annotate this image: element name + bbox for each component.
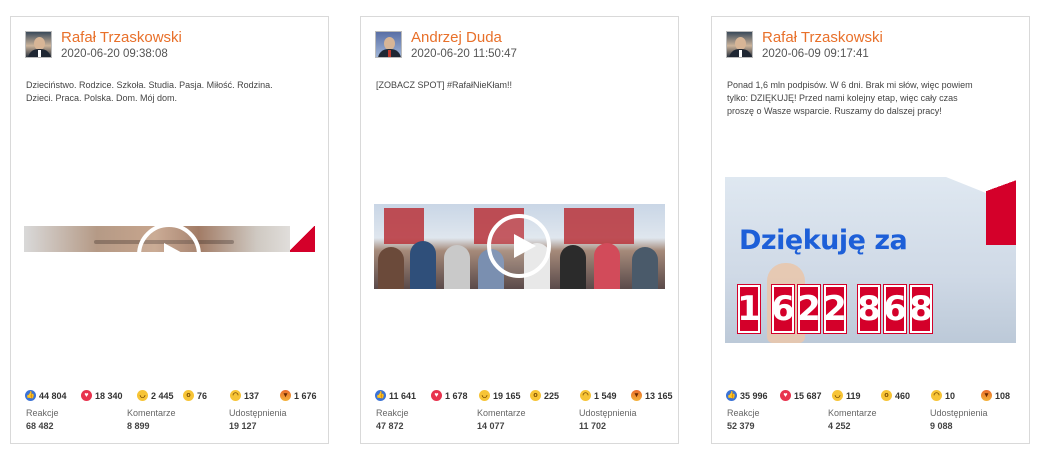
count-digit: 8 xyxy=(909,284,933,334)
stat-value-shares: 11 702 xyxy=(579,421,607,431)
wow-icon: o xyxy=(183,390,194,401)
reaction-wow: o 460 xyxy=(881,390,910,401)
avatar[interactable] xyxy=(726,31,753,58)
stat-value-reactions: 52 379 xyxy=(727,421,755,431)
reaction-sad: ◠ 137 xyxy=(230,390,259,401)
stat-label-reactions: Reakcje xyxy=(727,408,760,418)
angry-icon: ▾ xyxy=(280,390,291,401)
post-author[interactable]: Andrzej Duda xyxy=(411,29,502,46)
stat-label-shares: Udostępnienia xyxy=(930,408,988,418)
reaction-wow: o 76 xyxy=(183,390,207,401)
like-icon: 👍 xyxy=(726,390,737,401)
reactions-row: 👍 44 804 ♥ 18 340 ◡ 2 445 o 76 ◠ 137 ▾ 1 676 xyxy=(25,390,325,404)
reaction-wow: o 225 xyxy=(530,390,559,401)
reaction-haha: ◡ 119 xyxy=(832,390,861,401)
image-headline: Dziękuję za xyxy=(739,225,908,256)
stat-value-comments: 4 252 xyxy=(828,421,851,431)
reaction-like: 👍 11 641 xyxy=(375,390,417,401)
stat-value-comments: 14 077 xyxy=(477,421,505,431)
stat-label-shares: Udostępnienia xyxy=(229,408,287,418)
post-author[interactable]: Rafał Trzaskowski xyxy=(61,29,182,46)
love-icon: ♥ xyxy=(780,390,791,401)
stat-value-shares: 9 088 xyxy=(930,421,953,431)
reaction-like: 👍 44 804 xyxy=(25,390,67,401)
post-text: Ponad 1,6 mln podpisów. W 6 dni. Brak mi… xyxy=(727,80,973,116)
reaction-haha: ◡ 19 165 xyxy=(479,390,521,401)
reaction-love: ♥ 15 687 xyxy=(780,390,822,401)
post-date: 2020-06-09 09:17:41 xyxy=(762,48,869,60)
love-icon: ♥ xyxy=(431,390,442,401)
post-author[interactable]: Rafał Trzaskowski xyxy=(762,29,883,46)
play-icon[interactable] xyxy=(137,223,201,287)
post-image[interactable]: Dziękuję za 1 6 2 2 8 6 8 xyxy=(725,177,1016,343)
signature-count: 1 6 2 2 8 6 8 xyxy=(737,284,933,334)
haha-icon: ◡ xyxy=(137,390,148,401)
stat-label-comments: Komentarze xyxy=(477,408,526,418)
love-icon: ♥ xyxy=(81,390,92,401)
count-digit: 6 xyxy=(771,284,795,334)
stat-label-comments: Komentarze xyxy=(828,408,877,418)
avatar[interactable] xyxy=(25,31,52,58)
count-digit: 2 xyxy=(797,284,821,334)
stat-value-shares: 19 127 xyxy=(229,421,257,431)
stat-value-comments: 8 899 xyxy=(127,421,150,431)
angry-icon: ▾ xyxy=(981,390,992,401)
avatar[interactable] xyxy=(375,31,402,58)
like-icon: 👍 xyxy=(25,390,36,401)
post-card: Rafał Trzaskowski 2020-06-20 09:38:08 Dz… xyxy=(10,16,329,444)
wow-icon: o xyxy=(530,390,541,401)
reaction-angry: ▾ 1 676 xyxy=(280,390,317,401)
haha-icon: ◡ xyxy=(832,390,843,401)
like-icon: 👍 xyxy=(375,390,386,401)
reaction-angry: ▾ 108 xyxy=(981,390,1010,401)
reaction-angry: ▾ 13 165 xyxy=(631,390,673,401)
post-card: Rafał Trzaskowski 2020-06-09 09:17:41 Po… xyxy=(711,16,1030,444)
count-digit: 1 xyxy=(737,284,761,334)
sad-icon: ◠ xyxy=(230,390,241,401)
post-date: 2020-06-20 11:50:47 xyxy=(411,48,517,60)
reaction-love: ♥ 1 678 xyxy=(431,390,468,401)
stat-label-reactions: Reakcje xyxy=(376,408,409,418)
post-card: Andrzej Duda 2020-06-20 11:50:47 [ZOBACZ… xyxy=(360,16,679,444)
stat-value-reactions: 68 482 xyxy=(26,421,54,431)
count-digit: 6 xyxy=(883,284,907,334)
reaction-sad: ◠ 1 549 xyxy=(580,390,617,401)
play-icon[interactable] xyxy=(487,214,551,278)
count-digit: 8 xyxy=(857,284,881,334)
sad-icon: ◠ xyxy=(580,390,591,401)
post-text: Dzieciństwo. Rodzice. Szkoła. Studia. Pa… xyxy=(26,80,273,103)
reactions-row: 👍 35 996 ♥ 15 687 ◡ 119 o 460 ◠ 10 ▾ 108 xyxy=(726,390,1026,404)
sad-icon: ◠ xyxy=(931,390,942,401)
reaction-love: ♥ 18 340 xyxy=(81,390,123,401)
reaction-like: 👍 35 996 xyxy=(726,390,768,401)
angry-icon: ▾ xyxy=(631,390,642,401)
post-text: [ZOBACZ SPOT] #RafałNieKłam!! xyxy=(376,80,513,90)
post-date: 2020-06-20 09:38:08 xyxy=(61,48,168,60)
reactions-row: 👍 11 641 ♥ 1 678 ◡ 19 165 o 225 ◠ 1 549 ▾ 13 1… xyxy=(375,390,675,404)
reaction-haha: ◡ 2 445 xyxy=(137,390,174,401)
wow-icon: o xyxy=(881,390,892,401)
stat-label-shares: Udostępnienia xyxy=(579,408,637,418)
reaction-sad: ◠ 10 xyxy=(931,390,955,401)
haha-icon: ◡ xyxy=(479,390,490,401)
stat-value-reactions: 47 872 xyxy=(376,421,404,431)
stat-label-reactions: Reakcje xyxy=(26,408,59,418)
stat-label-comments: Komentarze xyxy=(127,408,176,418)
count-digit: 2 xyxy=(823,284,847,334)
